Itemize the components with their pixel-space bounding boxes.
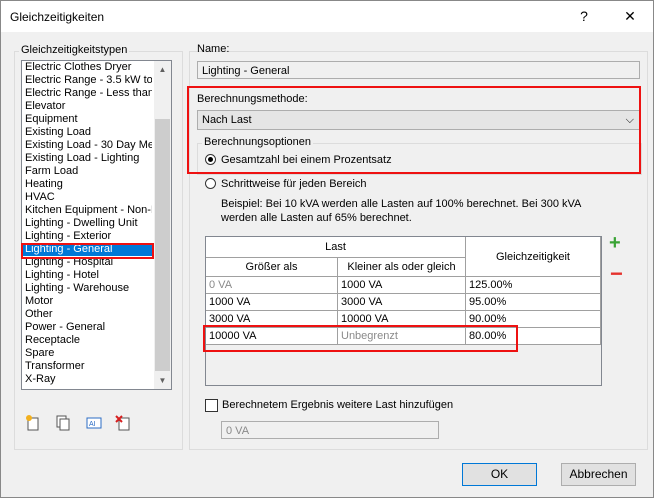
additional-load-field: 0 VA — [221, 421, 439, 439]
cell-factor[interactable]: 95.00% — [466, 294, 601, 311]
list-item[interactable]: Kitchen Equipment - Non-D — [22, 204, 152, 217]
list-item[interactable]: Receptacle — [22, 334, 152, 347]
list-item[interactable]: Lighting - Dwelling Unit — [22, 217, 152, 230]
close-button[interactable]: ✕ — [607, 1, 653, 32]
cell-factor[interactable]: 125.00% — [466, 277, 601, 294]
list-item[interactable]: Equipment — [22, 113, 152, 126]
list-item[interactable]: Power - General — [22, 321, 152, 334]
scroll-up-icon[interactable]: ▲ — [154, 61, 171, 78]
list-item[interactable]: Lighting - Hotel — [22, 269, 152, 282]
list-item[interactable]: Other — [22, 308, 152, 321]
list-item[interactable]: Electric Range - 3.5 kW to — [22, 74, 152, 87]
scroll-thumb[interactable] — [155, 119, 170, 371]
list-item[interactable]: Farm Load — [22, 165, 152, 178]
add-row-icon[interactable]: + — [609, 233, 621, 253]
name-field[interactable]: Lighting - General — [197, 61, 640, 79]
list-item[interactable]: X-Ray — [22, 373, 152, 386]
highlight-method — [187, 86, 641, 174]
additional-load-checkbox[interactable] — [205, 399, 218, 412]
list-item[interactable]: Spare — [22, 347, 152, 360]
delete-type-icon[interactable] — [115, 415, 131, 431]
list-item[interactable]: Electric Clothes Dryer — [22, 61, 152, 74]
list-item[interactable]: Existing Load - Lighting — [22, 152, 152, 165]
list-item[interactable]: HVAC — [22, 191, 152, 204]
highlight-selected-type — [21, 243, 154, 259]
additional-load-label: Berechnetem Ergebnis weitere Last hinzuf… — [222, 399, 454, 411]
new-type-icon[interactable] — [25, 415, 41, 431]
list-item[interactable]: Electric Range - Less than — [22, 87, 152, 100]
radio-stepwise[interactable] — [205, 178, 216, 189]
ok-button[interactable]: OK — [462, 463, 537, 486]
remove-row-icon[interactable]: − — [610, 263, 623, 285]
list-item[interactable]: Heating — [22, 178, 152, 191]
radio-stepwise-label: Schrittweise für jeden Bereich — [221, 178, 367, 190]
list-item[interactable]: Existing Load - 30 Day Met — [22, 139, 152, 152]
help-button[interactable]: ? — [561, 1, 607, 32]
types-list: Electric Clothes Dryer Electric Range - 3… — [22, 61, 152, 386]
list-item[interactable]: Elevator — [22, 100, 152, 113]
header-less-equal: Kleiner als oder gleich — [338, 258, 466, 277]
svg-text:AI: AI — [89, 421, 96, 428]
list-item[interactable]: Transformer — [22, 360, 152, 373]
header-last: Last — [206, 237, 466, 258]
types-scrollbar[interactable]: ▲ ▼ — [154, 61, 171, 389]
header-factor: Gleichzeitigkeit — [466, 237, 601, 277]
duplicate-type-icon[interactable] — [55, 415, 71, 431]
window-title: Gleichzeitigkeiten — [10, 10, 105, 24]
types-listbox[interactable]: Electric Clothes Dryer Electric Range - 3… — [21, 60, 172, 390]
cell-lt[interactable]: 1000 VA — [338, 277, 466, 294]
list-item[interactable]: Existing Load — [22, 126, 152, 139]
cancel-button[interactable]: Abbrechen — [561, 463, 636, 486]
name-label: Name: — [197, 43, 230, 55]
highlight-last-row — [203, 325, 518, 352]
header-greater-than: Größer als — [206, 258, 338, 277]
list-item[interactable]: Motor — [22, 295, 152, 308]
list-item[interactable]: Lighting - Exterior — [22, 230, 152, 243]
load-table[interactable]: Last Größer als Kleiner als oder gleich … — [205, 236, 602, 386]
cell-gt: 0 VA — [206, 277, 338, 294]
cell-gt: 1000 VA — [206, 294, 338, 311]
scroll-down-icon[interactable]: ▼ — [154, 372, 171, 389]
types-group-label: Gleichzeitigkeitstypen — [19, 44, 130, 56]
title-bar: Gleichzeitigkeiten ? ✕ — [1, 1, 653, 32]
rename-type-icon[interactable]: AI — [86, 415, 102, 431]
cell-lt[interactable]: 3000 VA — [338, 294, 466, 311]
example-text: Beispiel: Bei 10 kVA werden alle Lasten … — [221, 198, 581, 224]
list-item[interactable]: Lighting - Warehouse — [22, 282, 152, 295]
